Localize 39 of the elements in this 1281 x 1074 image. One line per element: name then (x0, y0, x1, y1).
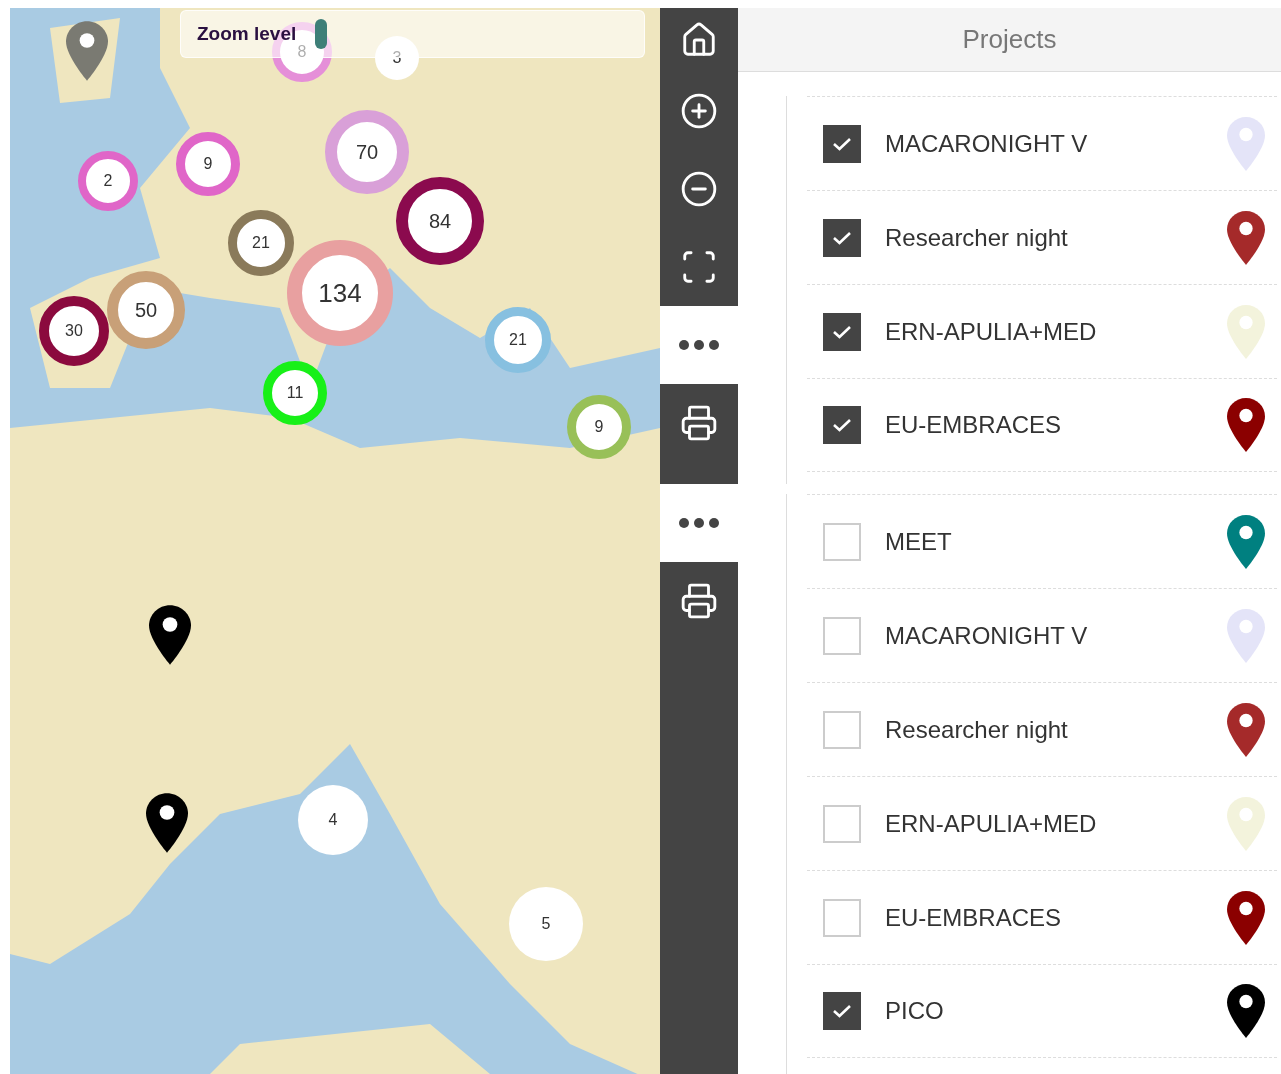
project-label: Researcher night (885, 222, 1068, 253)
check-icon (832, 135, 852, 152)
map-pin-icon (146, 792, 188, 854)
checkbox[interactable] (823, 406, 861, 444)
checkbox[interactable] (823, 124, 861, 163)
checkbox[interactable] (823, 992, 861, 1030)
checkbox[interactable] (823, 312, 861, 351)
check-icon (832, 229, 852, 246)
more-icon (679, 340, 719, 350)
project-label: Researcher night (885, 714, 1068, 745)
checkbox[interactable] (823, 710, 861, 749)
home-icon (680, 21, 718, 59)
check-icon (832, 323, 852, 340)
checkbox[interactable] (823, 804, 861, 843)
checkbox[interactable] (823, 898, 861, 937)
plus-circle-icon (680, 92, 718, 130)
minus-circle-icon (680, 170, 718, 208)
fullscreen-icon (680, 248, 718, 286)
project-label: MEET (885, 526, 952, 557)
more-button[interactable] (660, 306, 738, 384)
project-label: ERN-APULIA+MED (885, 808, 1097, 839)
project-label: ERN-APULIA+MED (885, 316, 1097, 347)
project-label: EU-EMBRACES (885, 410, 1062, 440)
more-icon (679, 518, 719, 528)
panel-title: Projects (962, 23, 1057, 56)
checkbox[interactable] (823, 218, 861, 257)
check-icon (832, 1003, 852, 1019)
checkbox[interactable] (823, 522, 861, 561)
check-icon (832, 417, 852, 433)
checkbox[interactable] (823, 616, 861, 655)
project-label: MACARONIGHT V (885, 620, 1088, 651)
project-label: MACARONIGHT V (885, 128, 1088, 159)
project-label: EU-EMBRACES (885, 902, 1062, 933)
printer-icon (680, 404, 718, 442)
map-pin-icon (149, 604, 191, 666)
map-pin-icon (66, 20, 108, 82)
printer-icon (680, 582, 718, 620)
project-label: PICO (885, 996, 944, 1026)
more-button[interactable] (660, 484, 738, 562)
